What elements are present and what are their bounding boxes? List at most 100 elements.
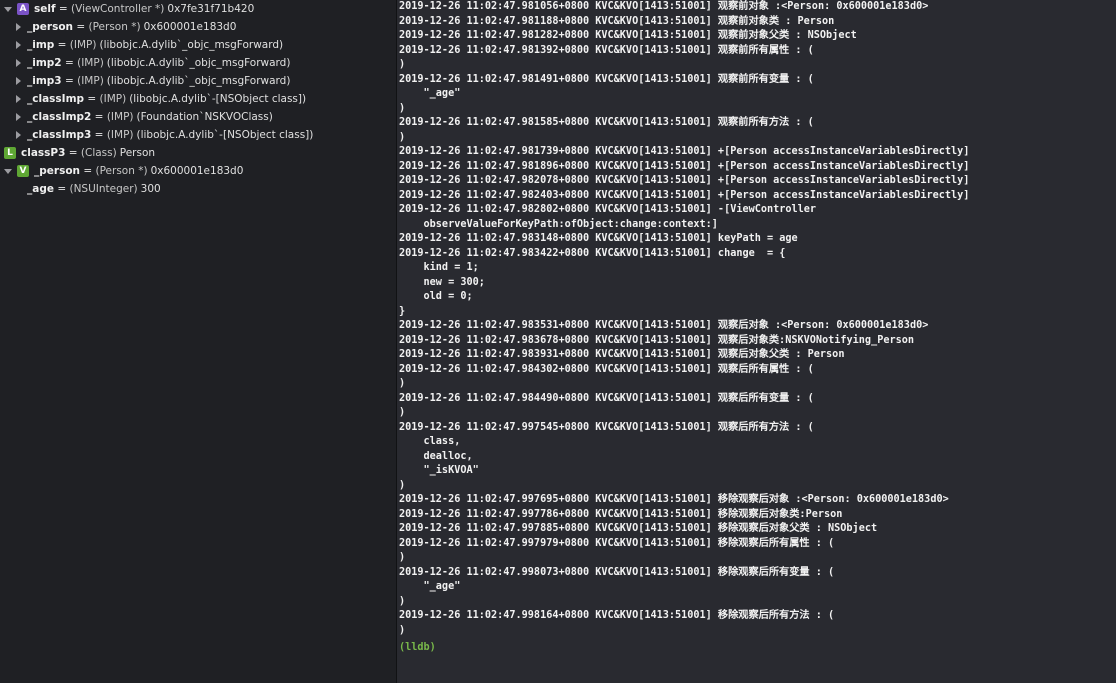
variable-name: _age (27, 183, 54, 195)
variable-value: (libobjc.A.dylib`-[NSObject class]) (136, 129, 314, 141)
console-line: ) (399, 624, 406, 636)
variable-name: _imp (27, 39, 55, 51)
console-line: ) (399, 479, 406, 491)
variable-row[interactable]: _person = (Person *) 0x600001e183d0 (0, 18, 396, 36)
variable-name: _classImp (27, 93, 85, 105)
variable-row[interactable]: _age = (NSUInteger) 300 (0, 180, 396, 198)
console-line: 2019-12-26 11:02:47.997545+0800 KVC&KVO[… (399, 421, 814, 433)
disclosure-closed-icon[interactable] (16, 59, 21, 67)
console-line: kind = 1; (399, 262, 479, 273)
console-line: 2019-12-26 11:02:47.982078+0800 KVC&KVO[… (399, 175, 970, 186)
console-line: 2019-12-26 11:02:47.997786+0800 KVC&KVO[… (399, 508, 843, 520)
variable-type: (ViewController *) (71, 3, 165, 15)
console-line: 2019-12-26 11:02:47.984302+0800 KVC&KVO[… (399, 363, 814, 375)
variable-name: _imp3 (27, 75, 62, 87)
variable-type: (Person *) (88, 21, 141, 33)
console-line: 2019-12-26 11:02:47.983531+0800 KVC&KVO[… (399, 320, 929, 331)
console-line: 2019-12-26 11:02:47.997979+0800 KVC&KVO[… (399, 537, 835, 549)
variable-value: 0x600001e183d0 (143, 21, 237, 33)
variable-row[interactable]: Aself = (ViewController *) 0x7fe31f71b420 (0, 0, 396, 18)
console-line: "_age" (399, 581, 461, 592)
disclosure-closed-icon[interactable] (16, 95, 21, 103)
variable-value: (libobjc.A.dylib`-[NSObject class]) (129, 93, 307, 105)
variable-type: (IMP) (77, 75, 104, 87)
variable-name: _person (27, 21, 74, 33)
console-line: 2019-12-26 11:02:47.981392+0800 KVC&KVO[… (399, 44, 814, 56)
variable-row[interactable]: LclassP3 = (Class) Person (0, 144, 396, 162)
variable-name: _classImp3 (27, 129, 92, 141)
console-line: 2019-12-26 11:02:47.983678+0800 KVC&KVO[… (399, 334, 914, 346)
lldb-prompt[interactable]: (lldb) (399, 640, 1116, 655)
variable-value: Person (119, 147, 156, 159)
variable-value: 0x600001e183d0 (150, 165, 244, 177)
console-line: 2019-12-26 11:02:47.997695+0800 KVC&KVO[… (399, 494, 949, 505)
variable-kind-badge-icon: V (17, 165, 29, 177)
variable-name: self (34, 3, 56, 15)
console-line: 2019-12-26 11:02:47.981896+0800 KVC&KVO[… (399, 160, 970, 172)
variable-row[interactable]: _imp3 = (IMP) (libobjc.A.dylib`_objc_msgF… (0, 72, 396, 90)
variable-value: 300 (140, 183, 161, 195)
console-line: ) (399, 552, 406, 563)
variable-value: (libobjc.A.dylib`_objc_msgForward) (99, 39, 284, 51)
variable-type: (IMP) (106, 111, 134, 123)
variable-value: (libobjc.A.dylib`_objc_msgForward) (106, 75, 291, 87)
console-line: ) (399, 102, 406, 114)
variable-value: (libobjc.A.dylib`_objc_msgForward) (106, 57, 291, 69)
variable-type: (IMP) (106, 129, 134, 141)
variable-type: (Class) (80, 147, 117, 159)
console-line: 2019-12-26 11:02:47.983422+0800 KVC&KVO[… (399, 247, 786, 259)
console-line: observeValueForKeyPath:ofObject:change:c… (399, 218, 718, 230)
variable-row[interactable]: _classImp2 = (IMP) (Foundation`NSKVOClass… (0, 108, 396, 126)
console-line: ) (399, 407, 406, 418)
console-line: 2019-12-26 11:02:47.981739+0800 KVC&KVO[… (399, 146, 970, 157)
console-line: 2019-12-26 11:02:47.982403+0800 KVC&KVO[… (399, 189, 970, 201)
variable-name: _classImp2 (27, 111, 92, 123)
variable-row[interactable]: V _person = (Person *) 0x600001e183d0 (0, 162, 396, 180)
console-line: old = 0; (399, 291, 473, 302)
console-line: new = 300; (399, 276, 485, 288)
console-line: "_isKVOA" (399, 465, 479, 476)
console-line: 2019-12-26 11:02:47.998073+0800 KVC&KVO[… (399, 566, 835, 578)
console-line: ) (399, 378, 406, 389)
console-line: 2019-12-26 11:02:47.983931+0800 KVC&KVO[… (399, 349, 845, 360)
console-line: 2019-12-26 11:02:47.998164+0800 KVC&KVO[… (399, 610, 835, 621)
console-line: 2019-12-26 11:02:47.997885+0800 KVC&KVO[… (399, 523, 878, 534)
variable-row[interactable]: _imp2 = (IMP) (libobjc.A.dylib`_objc_msgF… (0, 54, 396, 72)
console-output: 2019-12-26 11:02:47.981056+0800 KVC&KVO[… (399, 0, 1116, 638)
console-line: ) (399, 595, 406, 607)
disclosure-open-icon[interactable] (4, 168, 12, 174)
variable-value: 0x7fe31f71b420 (167, 3, 255, 15)
debug-console[interactable]: 2019-12-26 11:02:47.981056+0800 KVC&KVO[… (397, 0, 1116, 683)
console-line: 2019-12-26 11:02:47.981282+0800 KVC&KVO[… (399, 30, 857, 41)
disclosure-closed-icon[interactable] (16, 41, 21, 49)
variable-type: (IMP) (99, 93, 127, 105)
disclosure-open-icon[interactable] (4, 6, 12, 12)
variable-name: _imp2 (27, 57, 62, 69)
console-line: 2019-12-26 11:02:47.982802+0800 KVC&KVO[… (399, 204, 817, 215)
console-line: 2019-12-26 11:02:47.984490+0800 KVC&KVO[… (399, 392, 814, 404)
variable-type: (IMP) (69, 39, 97, 51)
variable-type: (NSUInteger) (69, 183, 138, 195)
console-line: 2019-12-26 11:02:47.981188+0800 KVC&KVO[… (399, 15, 835, 27)
variable-value: (Foundation`NSKVOClass) (136, 111, 273, 123)
console-line: 2019-12-26 11:02:47.981056+0800 KVC&KVO[… (399, 1, 929, 12)
console-line: 2019-12-26 11:02:47.981585+0800 KVC&KVO[… (399, 117, 814, 128)
variable-row[interactable]: _classImp3 = (IMP) (libobjc.A.dylib`-[NSO… (0, 126, 396, 144)
variable-kind-badge-icon: L (4, 147, 16, 159)
variable-name: classP3 (21, 147, 66, 159)
variable-row[interactable]: _imp = (IMP) (libobjc.A.dylib`_objc_msgFo… (0, 36, 396, 54)
disclosure-closed-icon[interactable] (16, 23, 21, 31)
console-line: } (399, 305, 406, 317)
variable-row[interactable]: _classImp = (IMP) (libobjc.A.dylib`-[NSOb… (0, 90, 396, 108)
console-line: 2019-12-26 11:02:47.981491+0800 KVC&KVO[… (399, 73, 814, 85)
disclosure-closed-icon[interactable] (16, 77, 21, 85)
disclosure-closed-icon[interactable] (16, 113, 21, 121)
variable-name: _person (34, 165, 81, 177)
console-line: ) (399, 59, 406, 70)
variable-type: (IMP) (77, 57, 104, 69)
console-line: 2019-12-26 11:02:47.983148+0800 KVC&KVO[… (399, 233, 798, 244)
console-line: ) (399, 131, 406, 143)
disclosure-closed-icon[interactable] (16, 131, 21, 139)
console-line: class, (399, 436, 461, 447)
console-line: "_age" (399, 88, 461, 99)
